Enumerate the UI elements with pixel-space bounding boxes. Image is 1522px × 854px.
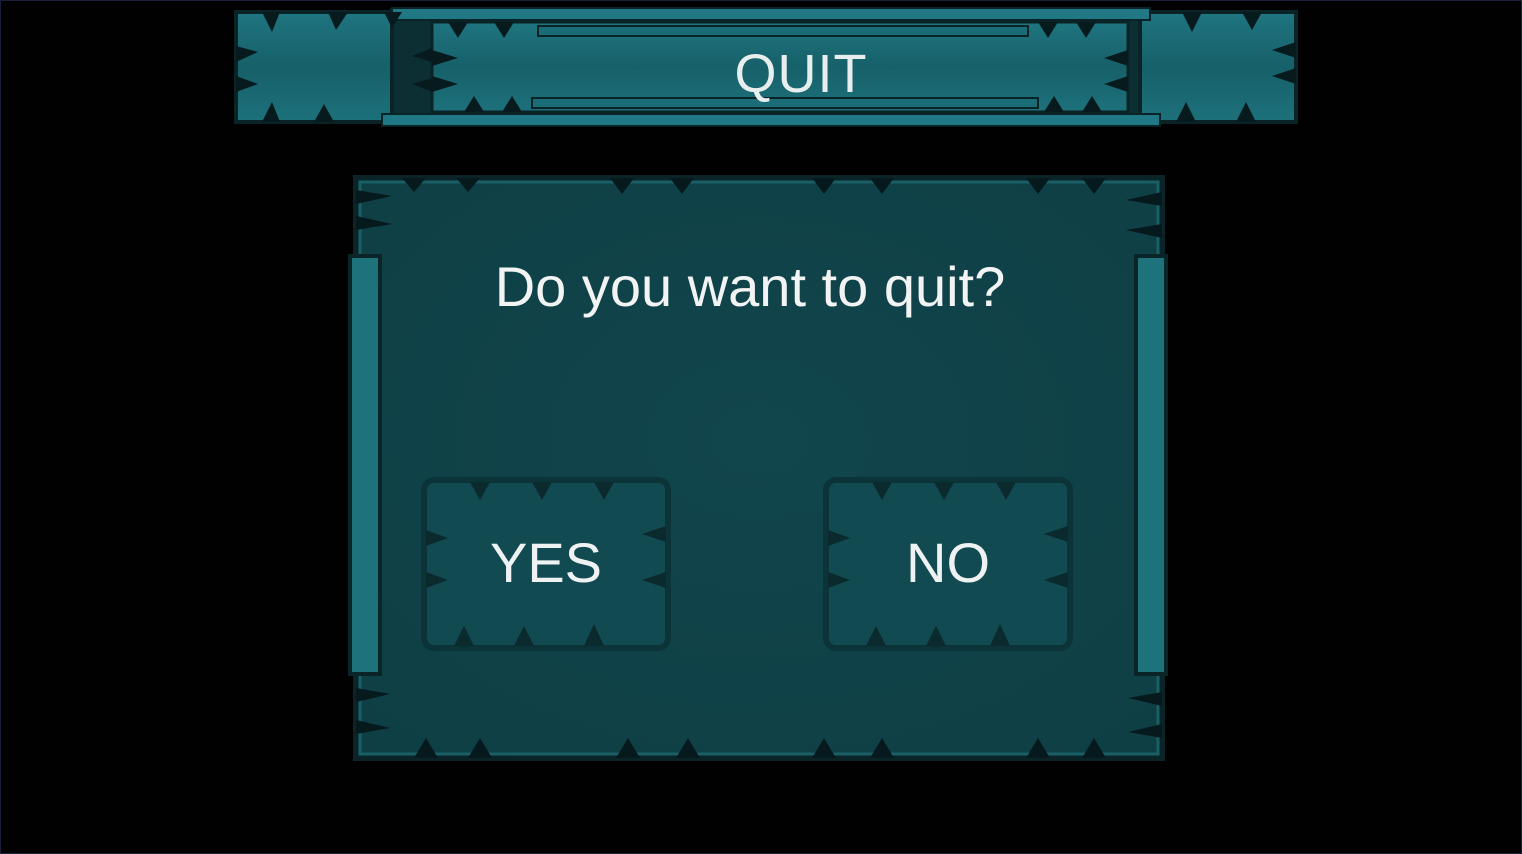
- yes-button[interactable]: YES: [420, 476, 672, 652]
- quit-dialog-panel: Do you want to quit? YES NO: [346, 172, 1170, 764]
- quit-prompt: Do you want to quit?: [494, 255, 1006, 318]
- no-button[interactable]: NO: [822, 476, 1074, 652]
- game-screen: QUIT Do you want to quit? YES NO: [0, 0, 1522, 854]
- title-banner: QUIT: [232, 6, 1300, 128]
- yes-button-label: YES: [489, 531, 603, 594]
- no-button-label: NO: [906, 531, 990, 594]
- dialog-title: QUIT: [734, 44, 868, 104]
